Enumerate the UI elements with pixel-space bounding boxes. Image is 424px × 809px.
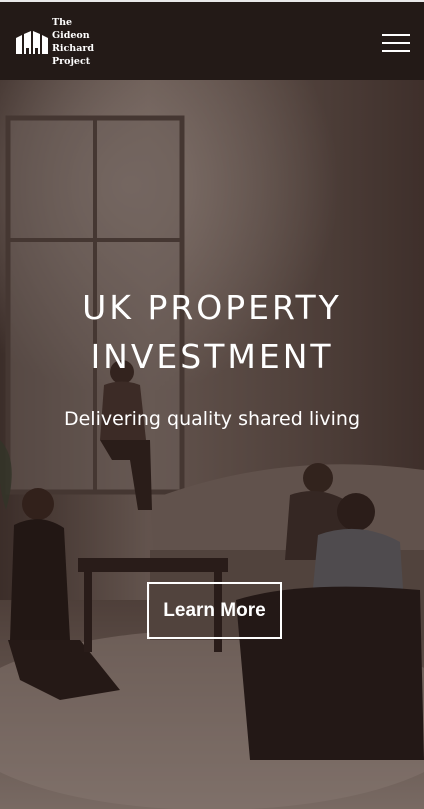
hero-title-line: UK PROPERTY	[82, 288, 342, 327]
logo-line: Richard	[52, 43, 94, 54]
site-logo[interactable]: The Gideon Richard Project	[16, 16, 94, 68]
learn-more-button[interactable]: Learn More	[147, 582, 282, 639]
logo-line: Gideon	[52, 30, 90, 41]
logo-wordmark: The Gideon Richard Project	[52, 16, 94, 68]
logo-line: The	[52, 17, 73, 28]
site-header: The Gideon Richard Project	[0, 2, 424, 80]
logo-line: Project	[52, 56, 91, 67]
menu-bar	[382, 42, 410, 44]
menu-bar	[382, 34, 410, 36]
hero-title-line: INVESTMENT	[90, 337, 334, 376]
hamburger-menu-icon[interactable]	[382, 34, 410, 52]
menu-bar	[382, 50, 410, 52]
hero-subtitle: Delivering quality shared living	[63, 408, 361, 430]
hero-title: UK PROPERTY INVESTMENT	[0, 283, 424, 381]
hero-section: UK PROPERTY INVESTMENT Delivering qualit…	[0, 80, 424, 809]
hero-dark-overlay	[0, 80, 424, 809]
building-columns-icon	[16, 31, 48, 54]
